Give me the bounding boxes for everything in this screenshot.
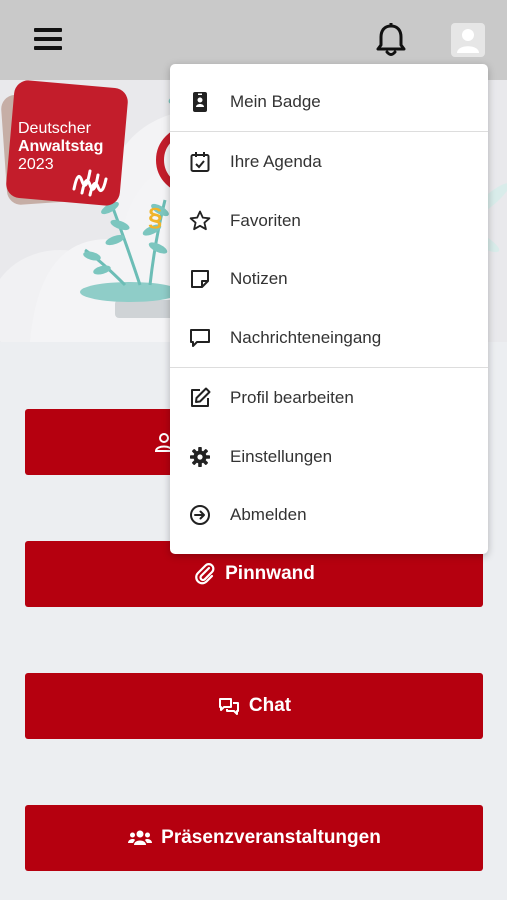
praesenzveranstaltungen-button[interactable]: Präsenzveranstaltungen (25, 805, 483, 871)
menu-item-nachrichteneingang[interactable]: Nachrichteneingang (170, 309, 488, 367)
calendar-check-icon (190, 152, 210, 172)
note-icon (191, 270, 209, 288)
menu-label: Ihre Agenda (230, 152, 322, 171)
menu-label: Nachrichteneingang (230, 328, 382, 347)
logo-line-1: Deutscher (18, 120, 91, 137)
logo-wave-mark-icon (72, 169, 108, 197)
edit-icon (191, 387, 211, 407)
menu-divider (170, 131, 488, 132)
hamburger-menu-icon[interactable] (34, 28, 62, 50)
menu-label: Profil bearbeiten (230, 388, 354, 407)
chat-label: Chat (248, 695, 292, 716)
paperclip-icon (195, 563, 215, 585)
message-icon (190, 329, 210, 347)
star-icon (189, 210, 211, 231)
menu-item-profil-bearbeiten[interactable]: Profil bearbeiten (170, 369, 488, 427)
menu-item-abmelden[interactable]: Abmelden (170, 486, 488, 544)
menu-item-mein-badge[interactable]: Mein Badge (170, 73, 488, 131)
paragraph-symbol: § (148, 202, 162, 232)
logo-line-2: Anwaltstag (18, 138, 104, 155)
pinnwand-label: Pinnwand (225, 563, 315, 584)
menu-item-einstellungen[interactable]: Einstellungen (170, 428, 488, 486)
chat-button[interactable]: Chat (25, 673, 483, 739)
praesenzveranstaltungen-label: Präsenzveranstaltungen (161, 827, 381, 848)
menu-label: Notizen (230, 269, 288, 288)
menu-label: Favoriten (230, 211, 301, 230)
user-dropdown-menu: Mein Badge Ihre Agenda Favoriten Notizen… (170, 64, 488, 554)
chat-bubbles-icon (218, 698, 239, 715)
menu-item-ihre-agenda[interactable]: Ihre Agenda (170, 133, 488, 191)
users-icon (128, 830, 153, 845)
menu-item-favoriten[interactable]: Favoriten (170, 192, 488, 250)
menu-label: Einstellungen (230, 447, 333, 466)
menu-item-notizen[interactable]: Notizen (170, 250, 488, 308)
user-avatar-icon[interactable] (451, 23, 485, 57)
logout-icon (190, 505, 210, 525)
bell-icon[interactable] (374, 22, 408, 58)
gear-icon (190, 447, 210, 467)
badge-icon (193, 92, 207, 112)
event-logo: Deutscher Anwaltstag 2023 (0, 79, 129, 209)
menu-divider (170, 367, 488, 368)
menu-label: Abmelden (230, 505, 307, 524)
menu-label: Mein Badge (230, 92, 321, 111)
